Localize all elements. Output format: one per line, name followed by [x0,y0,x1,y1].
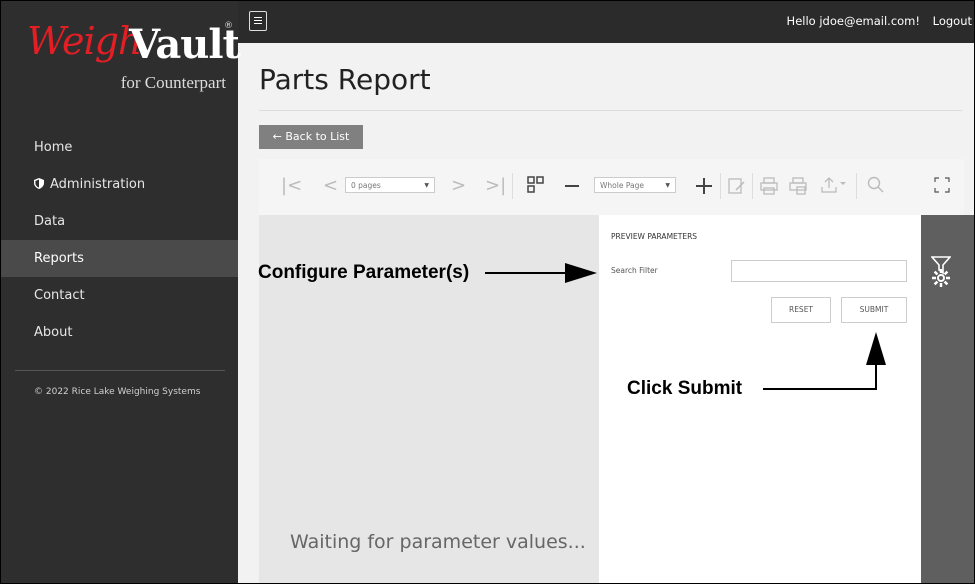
logo-registered-mark: ® [224,21,233,31]
search-filter-label: Search Filter [611,266,658,275]
sidebar-nav: Home Administration Data Reports Contact… [1,129,238,351]
top-bar: Hello jdoe@email.com! Logout [238,1,974,43]
toolbar-separator [752,173,753,199]
page-title: Parts Report [259,63,431,96]
search-filter-input[interactable] [731,260,907,282]
zoom-in-icon[interactable] [696,178,712,194]
export-icon[interactable] [821,176,847,194]
last-page-icon[interactable]: >| [485,175,506,196]
waiting-message: Waiting for parameter values... [290,531,586,553]
sidebar: Weigh Vault ® for Counterpart Home Admin… [1,1,241,583]
panel-tabs-bar [921,215,974,583]
first-page-icon[interactable]: |< [281,175,302,196]
toolbar-separator [856,173,857,199]
sidebar-item-label: Home [34,140,73,155]
logo-subtitle: for Counterpart [120,73,226,92]
annotation-click-submit: Click Submit [627,378,743,399]
hamburger-menu-icon[interactable] [249,11,267,31]
sidebar-item-label: Data [34,214,66,229]
parameters-title: PREVIEW PARAMETERS [611,232,698,241]
sidebar-item-label: About [34,325,73,340]
zoom-out-icon[interactable] [565,185,579,188]
report-toolbar: |< < 0 pages ▼ > >| Whole Page ▼ [259,159,964,215]
reset-button[interactable]: RESET [771,297,831,323]
sidebar-item-reports[interactable]: Reports [1,240,238,277]
sidebar-item-home[interactable]: Home [1,129,238,166]
prev-page-icon[interactable]: < [323,175,338,196]
print-page-icon[interactable] [789,177,807,195]
sidebar-item-about[interactable]: About [1,314,238,351]
zoom-select[interactable]: Whole Page ▼ [594,177,676,193]
next-page-icon[interactable]: > [451,175,466,196]
user-greeting: Hello jdoe@email.com! [786,14,920,28]
copyright-text: © 2022 Rice Lake Weighing Systems [34,387,201,397]
search-icon[interactable] [867,176,885,194]
page-select[interactable]: 0 pages ▼ [345,177,435,193]
logo-weigh-text: Weigh [27,19,142,63]
zoom-select-value: Whole Page [600,181,644,190]
sidebar-item-contact[interactable]: Contact [1,277,238,314]
fullscreen-icon[interactable] [934,177,950,193]
title-divider [259,110,962,111]
chevron-down-icon: ▼ [424,182,429,189]
edit-parameters-icon[interactable] [728,177,746,195]
sidebar-item-label: Reports [34,251,84,266]
weighvault-logo[interactable]: Weigh Vault ® for Counterpart [1,1,241,117]
annotation-configure-parameters: Configure Parameter(s) [258,262,470,283]
app-window: Weigh Vault ® for Counterpart Home Admin… [0,0,975,584]
print-icon[interactable] [760,177,778,195]
sidebar-item-data[interactable]: Data [1,203,238,240]
logout-link[interactable]: Logout [933,14,972,28]
multipage-view-icon[interactable] [527,176,545,194]
sidebar-item-label: Contact [34,288,85,303]
sidebar-item-administration[interactable]: Administration [1,166,238,203]
submit-button[interactable]: SUBMIT [841,297,907,323]
chevron-down-icon: ▼ [665,182,670,189]
back-to-list-button[interactable]: ← Back to List [259,125,363,149]
gear-icon[interactable] [931,268,951,288]
sidebar-divider [15,370,225,371]
toolbar-separator [512,173,513,199]
sidebar-item-label: Administration [50,177,146,192]
shield-icon [34,178,44,189]
page-select-value: 0 pages [351,181,381,190]
toolbar-separator [720,173,721,199]
